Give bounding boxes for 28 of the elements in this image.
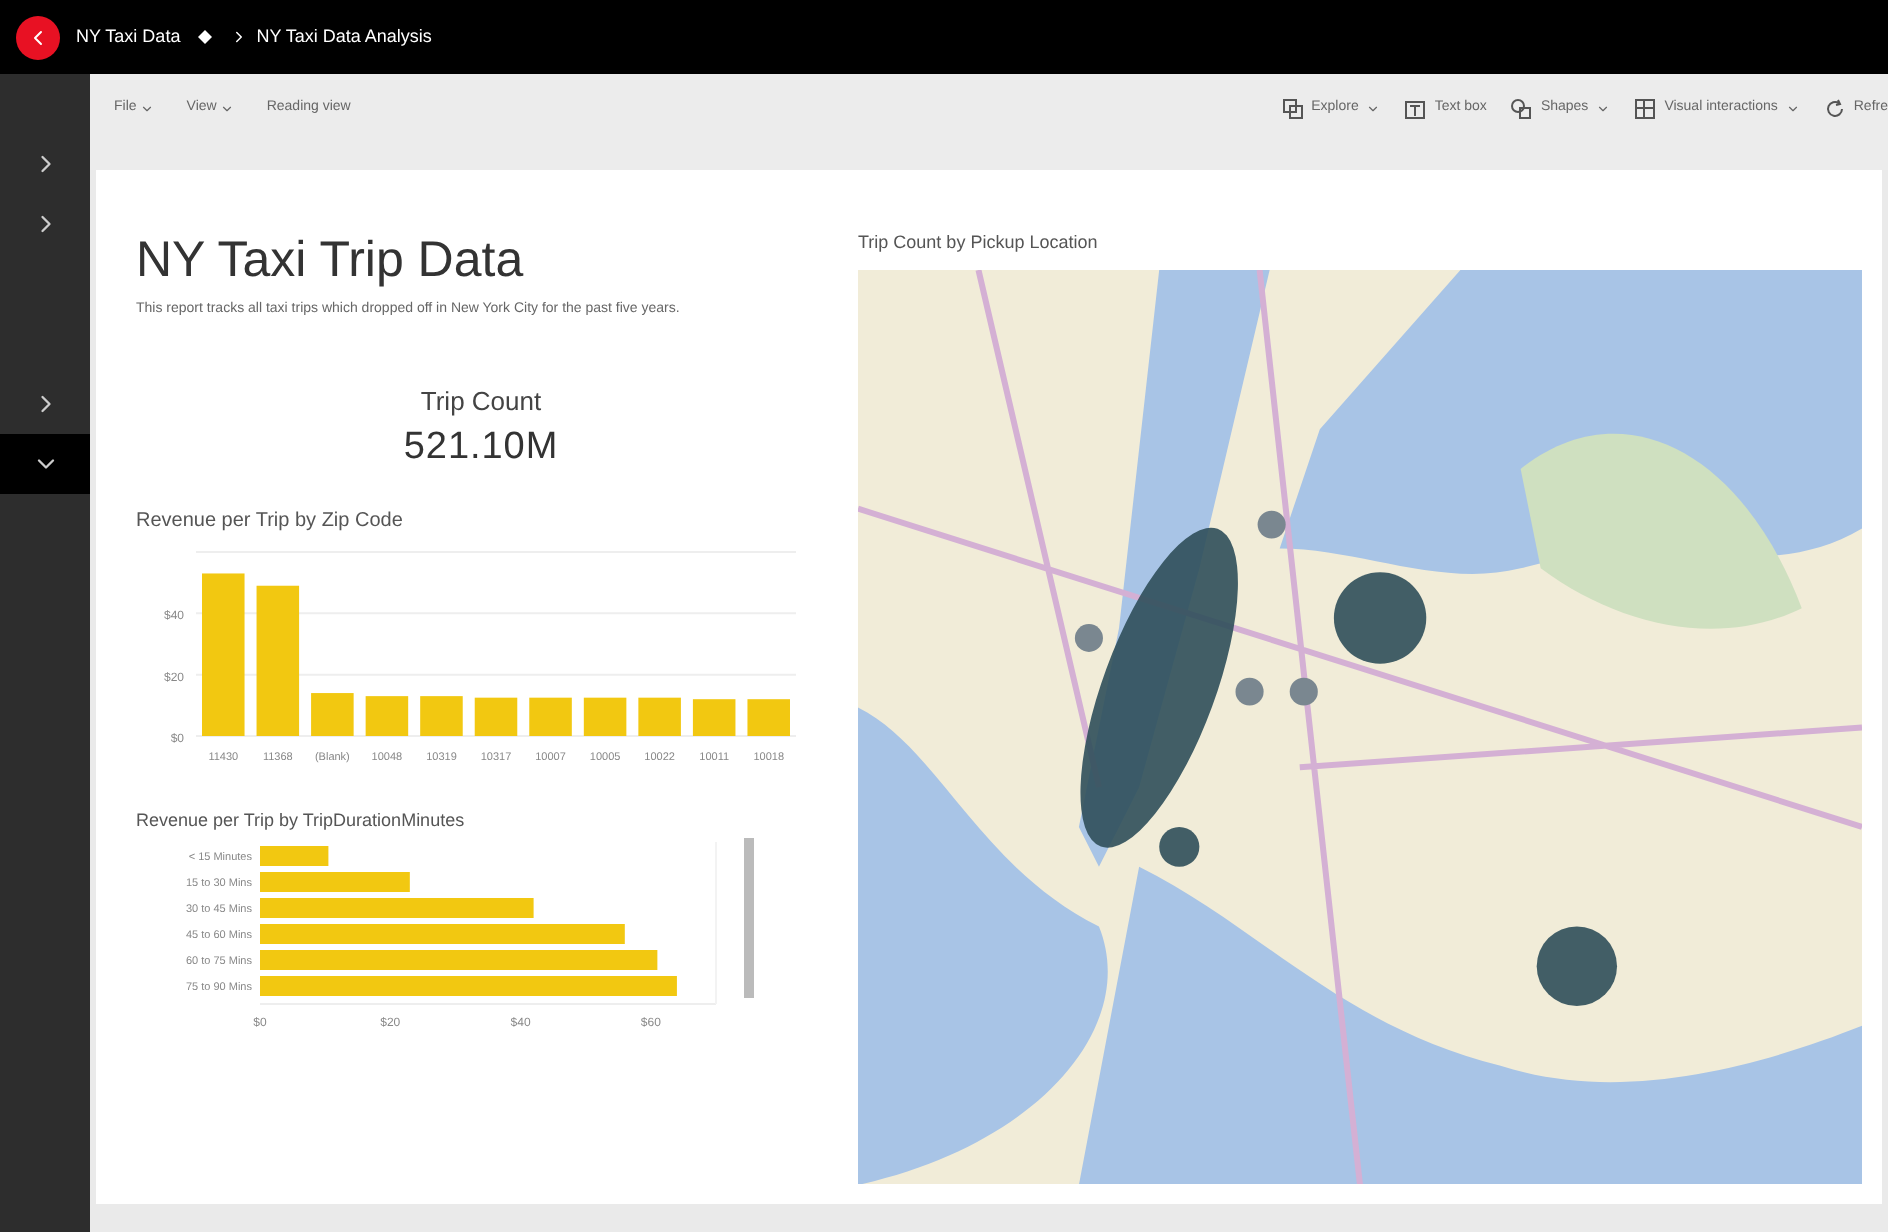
chart-bar [474,697,518,736]
report-name: NY Taxi Data Analysis [256,23,432,50]
scrollbar[interactable] [744,838,754,999]
chart-bar [692,698,736,736]
chart-bar [638,697,681,736]
chart-bar [260,846,329,867]
chart-bar [365,695,409,736]
chart-bar [747,698,790,736]
text-box-icon [1404,98,1427,120]
chart-bar [420,695,463,736]
visual-interactions-icon [1634,98,1657,120]
shapes-icon [1510,98,1533,120]
collapse-button[interactable] [0,434,90,494]
refresh-icon [1823,98,1846,120]
chart-bar [583,697,627,736]
logo-icon [16,15,60,59]
chart-bar [529,697,572,736]
explore-icon [1281,98,1304,120]
chart-bar [311,692,354,736]
workspace-name[interactable]: NY Taxi Data [76,23,181,51]
card-value: 521.10M [403,424,559,473]
chart-title: Revenue per Trip by TripDurationMinutes [136,807,467,834]
chart-title: Trip Count by Pickup Location [858,230,1100,256]
card-label: Trip Count [420,383,542,420]
chart-title: Revenue per Trip by Zip Code [136,507,405,536]
report-title: NY Taxi Trip Data [136,230,526,292]
diamond-icon [196,28,215,46]
map-drawing[interactable] [858,269,1862,1184]
